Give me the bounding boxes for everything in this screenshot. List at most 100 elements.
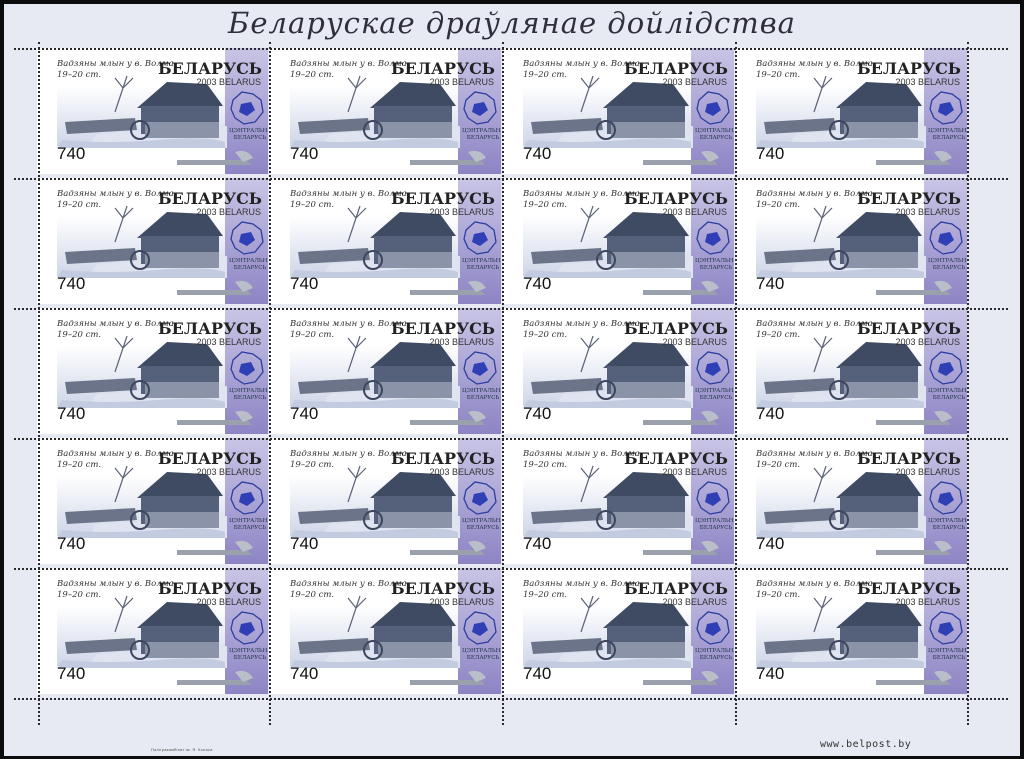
denomination: 740 xyxy=(523,664,552,683)
denomination: 740 xyxy=(57,274,86,293)
denomination: 740 xyxy=(523,274,552,293)
region-label: ЦЭНТРАЛЬНАЯ БЕЛАРУСЬ xyxy=(229,518,268,531)
stamp: Вадзяны млын у в. Волма. 19–20 ст. БЕЛАР… xyxy=(270,48,501,174)
country-name: БЕЛАРУСЬ xyxy=(158,59,262,78)
denomination: 740 xyxy=(290,664,319,683)
silver-ornament-icon xyxy=(410,280,486,295)
country-name: БЕЛАРУСЬ xyxy=(624,319,728,338)
year-line: 2003 BELARUS xyxy=(895,207,960,217)
denomination: 740 xyxy=(57,144,86,163)
silver-ornament-icon xyxy=(876,540,952,555)
printer-imprint: Палігракамбінат ім. Я. Коласа xyxy=(151,747,213,752)
year-line: 2003 BELARUS xyxy=(895,77,960,87)
country-name: БЕЛАРУСЬ xyxy=(857,59,961,78)
silver-ornament-icon xyxy=(876,280,952,295)
silver-ornament-icon xyxy=(876,150,952,165)
denomination: 740 xyxy=(290,144,319,163)
country-name: БЕЛАРУСЬ xyxy=(391,189,495,208)
stamp: Вадзяны млын у в. Волма. 19–20 ст. БЕЛАР… xyxy=(736,48,967,174)
silver-ornament-icon xyxy=(643,670,719,685)
stamp: Вадзяны млын у в. Волма. 19–20 ст. БЕЛАР… xyxy=(503,308,734,434)
country-name: БЕЛАРУСЬ xyxy=(391,579,495,598)
denomination: 740 xyxy=(57,664,86,683)
stamp: Вадзяны млын у в. Волма. 19–20 ст. БЕЛАР… xyxy=(736,568,967,694)
year-line: 2003 BELARUS xyxy=(196,337,261,347)
year-line: 2003 BELARUS xyxy=(429,337,494,347)
perforation-horizontal xyxy=(14,308,1008,310)
region-label: ЦЭНТРАЛЬНАЯ БЕЛАРУСЬ xyxy=(462,388,501,401)
region-label: ЦЭНТРАЛЬНАЯ БЕЛАРУСЬ xyxy=(928,518,967,531)
denomination: 740 xyxy=(756,144,785,163)
country-name: БЕЛАРУСЬ xyxy=(158,579,262,598)
perforation-horizontal xyxy=(14,178,1008,180)
stamp: Вадзяны млын у в. Волма. 19–20 ст. БЕЛАР… xyxy=(503,438,734,564)
region-label: ЦЭНТРАЛЬНАЯ БЕЛАРУСЬ xyxy=(462,648,501,661)
region-label: ЦЭНТРАЛЬНАЯ БЕЛАРУСЬ xyxy=(695,648,734,661)
region-label: ЦЭНТРАЛЬНАЯ БЕЛАРУСЬ xyxy=(229,388,268,401)
stamp: Вадзяны млын у в. Волма. 19–20 ст. БЕЛАР… xyxy=(270,568,501,694)
year-line: 2003 BELARUS xyxy=(895,467,960,477)
stamp: Вадзяны млын у в. Волма. 19–20 ст. БЕЛАР… xyxy=(270,178,501,304)
year-line: 2003 BELARUS xyxy=(429,207,494,217)
year-line: 2003 BELARUS xyxy=(196,207,261,217)
stamp: Вадзяны млын у в. Волма. 19–20 ст. БЕЛАР… xyxy=(736,178,967,304)
country-name: БЕЛАРУСЬ xyxy=(857,579,961,598)
year-line: 2003 BELARUS xyxy=(662,77,727,87)
stamp: Вадзяны млын у в. Волма. 19–20 ст. БЕЛАР… xyxy=(37,178,268,304)
silver-ornament-icon xyxy=(410,150,486,165)
country-name: БЕЛАРУСЬ xyxy=(857,449,961,468)
stamp: Вадзяны млын у в. Волма. 19–20 ст. БЕЛАР… xyxy=(503,568,734,694)
sheet-title: Беларускае драўлянае дойлідства xyxy=(228,6,796,40)
region-label: ЦЭНТРАЛЬНАЯ БЕЛАРУСЬ xyxy=(695,518,734,531)
country-name: БЕЛАРУСЬ xyxy=(857,319,961,338)
country-name: БЕЛАРУСЬ xyxy=(624,59,728,78)
region-label: ЦЭНТРАЛЬНАЯ БЕЛАРУСЬ xyxy=(229,258,268,271)
region-label: ЦЭНТРАЛЬНАЯ БЕЛАРУСЬ xyxy=(928,128,967,141)
country-name: БЕЛАРУСЬ xyxy=(391,59,495,78)
silver-ornament-icon xyxy=(410,540,486,555)
year-line: 2003 BELARUS xyxy=(662,597,727,607)
stamp: Вадзяны млын у в. Волма. 19–20 ст. БЕЛАР… xyxy=(37,48,268,174)
silver-ornament-icon xyxy=(643,150,719,165)
denomination: 740 xyxy=(290,404,319,423)
denomination: 740 xyxy=(523,144,552,163)
silver-ornament-icon xyxy=(876,410,952,425)
stamp: Вадзяны млын у в. Волма. 19–20 ст. БЕЛАР… xyxy=(503,178,734,304)
perforation-vertical xyxy=(269,42,271,725)
stamp: Вадзяны млын у в. Волма. 19–20 ст. БЕЛАР… xyxy=(503,48,734,174)
year-line: 2003 BELARUS xyxy=(429,467,494,477)
region-label: ЦЭНТРАЛЬНАЯ БЕЛАРУСЬ xyxy=(928,388,967,401)
perforation-horizontal xyxy=(14,48,1008,50)
stamp: Вадзяны млын у в. Волма. 19–20 ст. БЕЛАР… xyxy=(37,438,268,564)
denomination: 740 xyxy=(290,534,319,553)
perforation-vertical xyxy=(735,42,737,725)
silver-ornament-icon xyxy=(643,280,719,295)
country-name: БЕЛАРУСЬ xyxy=(857,189,961,208)
denomination: 740 xyxy=(756,404,785,423)
stamp: Вадзяны млын у в. Волма. 19–20 ст. БЕЛАР… xyxy=(736,438,967,564)
silver-ornament-icon xyxy=(410,670,486,685)
region-label: ЦЭНТРАЛЬНАЯ БЕЛАРУСЬ xyxy=(229,648,268,661)
stamp: Вадзяны млын у в. Волма. 19–20 ст. БЕЛАР… xyxy=(270,438,501,564)
region-label: ЦЭНТРАЛЬНАЯ БЕЛАРУСЬ xyxy=(462,518,501,531)
silver-ornament-icon xyxy=(177,670,253,685)
region-label: ЦЭНТРАЛЬНАЯ БЕЛАРУСЬ xyxy=(462,258,501,271)
silver-ornament-icon xyxy=(643,410,719,425)
country-name: БЕЛАРУСЬ xyxy=(158,449,262,468)
year-line: 2003 BELARUS xyxy=(196,77,261,87)
stamp: Вадзяны млын у в. Волма. 19–20 ст. БЕЛАР… xyxy=(37,568,268,694)
perforation-vertical xyxy=(38,42,40,725)
year-line: 2003 BELARUS xyxy=(196,467,261,477)
website-url: www.belpost.by xyxy=(820,739,912,750)
region-label: ЦЭНТРАЛЬНАЯ БЕЛАРУСЬ xyxy=(462,128,501,141)
year-line: 2003 BELARUS xyxy=(662,207,727,217)
perforation-horizontal xyxy=(14,438,1008,440)
year-line: 2003 BELARUS xyxy=(662,467,727,477)
year-line: 2003 BELARUS xyxy=(429,77,494,87)
country-name: БЕЛАРУСЬ xyxy=(391,319,495,338)
denomination: 740 xyxy=(523,534,552,553)
region-label: ЦЭНТРАЛЬНАЯ БЕЛАРУСЬ xyxy=(695,128,734,141)
region-label: ЦЭНТРАЛЬНАЯ БЕЛАРУСЬ xyxy=(695,258,734,271)
silver-ornament-icon xyxy=(177,280,253,295)
country-name: БЕЛАРУСЬ xyxy=(624,449,728,468)
